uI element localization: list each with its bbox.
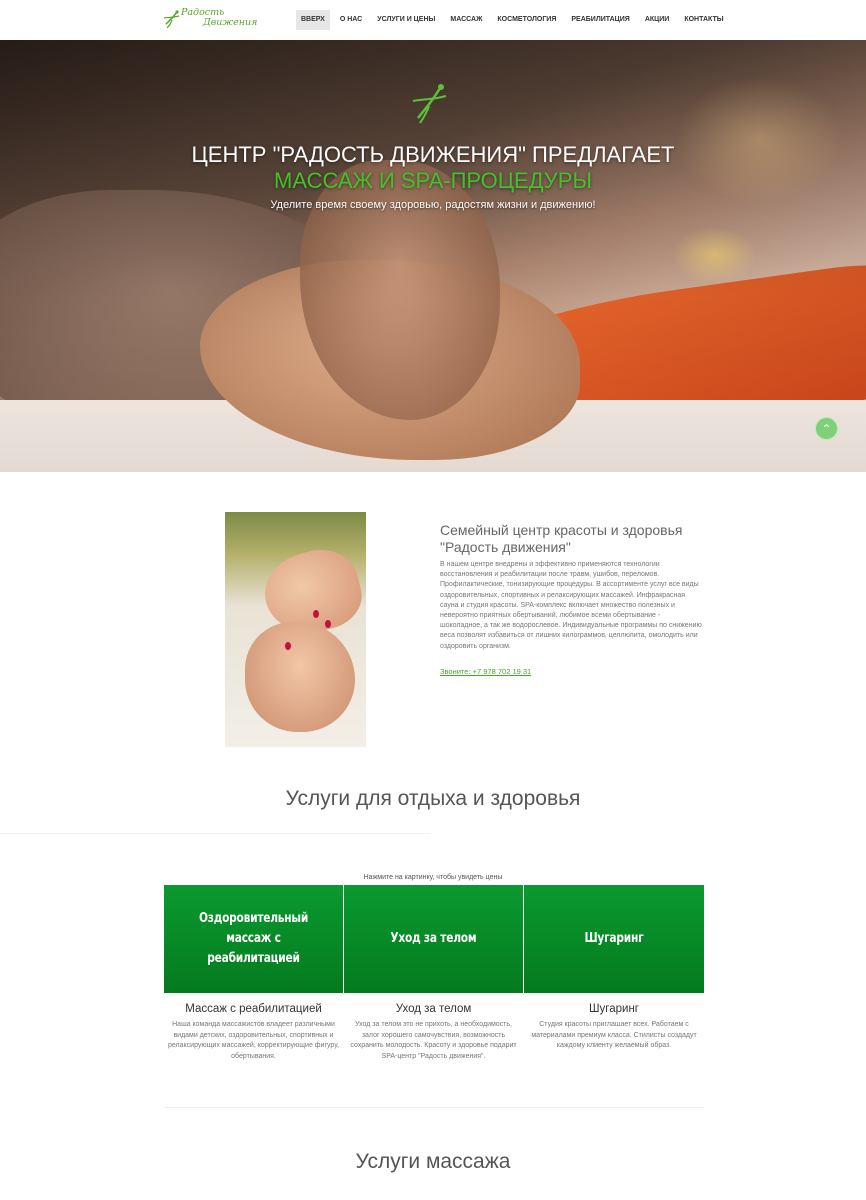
logo[interactable]: Радость Движения bbox=[163, 6, 273, 34]
service-card-image[interactable]: Оздоровительный массаж с реабилитацией bbox=[164, 885, 343, 993]
services-title: Услуги для отдыха и здоровья bbox=[285, 787, 581, 810]
nav-item-services[interactable]: УСЛУГИ И ЦЕНЫ bbox=[372, 10, 440, 30]
scroll-up-button[interactable]: ⌃ bbox=[815, 417, 838, 440]
about-text: В нашем центре внедрены и эффективно при… bbox=[440, 561, 702, 650]
nav-item-massage[interactable]: МАССАЖ bbox=[445, 10, 487, 30]
nav-item-promotions[interactable]: АКЦИИ bbox=[640, 10, 675, 30]
service-card-name: Шугаринг bbox=[589, 1003, 639, 1015]
massage-title: Услуги массажа bbox=[355, 1150, 511, 1173]
service-card-desc: Наша команда массажистов владеет различн… bbox=[168, 1021, 339, 1060]
service-card-name: Массаж с реабилитацией bbox=[185, 1003, 322, 1015]
nav-item-top[interactable]: ВВЕРХ bbox=[296, 10, 330, 30]
service-card-name: Уход за телом bbox=[395, 1003, 472, 1015]
service-cards: Оздоровительный массаж с реабилитацией М… bbox=[164, 885, 704, 1062]
hero-title: ЦЕНТР "РАДОСТЬ ДВИЖЕНИЯ" ПРЕДЛАГАЕТ bbox=[191, 142, 675, 167]
phone-link[interactable]: Звоните: +7 978 702 19 31 bbox=[440, 667, 531, 676]
section-divider bbox=[164, 1107, 704, 1108]
service-card: Оздоровительный массаж с реабилитацией М… bbox=[164, 885, 343, 1062]
service-card-image[interactable]: Уход за телом bbox=[344, 885, 523, 993]
dancer-icon bbox=[412, 84, 447, 124]
nav-item-contacts[interactable]: КОНТАКТЫ bbox=[679, 10, 728, 30]
chevron-up-icon: ⌃ bbox=[821, 422, 832, 436]
hero-banner: ЦЕНТР "РАДОСТЬ ДВИЖЕНИЯ" ПРЕДЛАГАЕТ МАСС… bbox=[0, 40, 866, 472]
nav-item-cosmetology[interactable]: КОСМЕТОЛОГИЯ bbox=[492, 10, 561, 30]
nav-item-rehabilitation[interactable]: РЕАБИЛИТАЦИЯ bbox=[566, 10, 634, 30]
site-header: Радость Движения ВВЕРХ О НАС УСЛУГИ И ЦЕ… bbox=[0, 0, 866, 40]
service-card-desc: Студия красоты приглашает всех. Работаем… bbox=[531, 1021, 697, 1049]
dancer-logo-icon bbox=[163, 10, 180, 29]
divider bbox=[0, 833, 430, 834]
service-card-desc: Уход за телом это не прихоть, а необходи… bbox=[350, 1021, 517, 1060]
about-title: Семейный центр красоты и здоровья "Радос… bbox=[440, 522, 683, 555]
nav-item-about[interactable]: О НАС bbox=[335, 10, 367, 30]
service-card: Шугаринг Шугаринг Студия красоты приглаш… bbox=[524, 885, 704, 1062]
price-hint: Нажмите на картинку, чтобы увидеть цены bbox=[363, 874, 503, 881]
hero-subtitle: Уделите время своему здоровью, радостям … bbox=[270, 199, 596, 211]
hero-title-accent: МАССАЖ И SPA-ПРОЦЕДУРЫ bbox=[274, 168, 592, 193]
service-card: Уход за телом Уход за телом Уход за тело… bbox=[344, 885, 523, 1062]
service-card-image[interactable]: Шугаринг bbox=[524, 885, 704, 993]
foot-massage-image bbox=[225, 512, 366, 747]
logo-line2: Движения bbox=[203, 17, 258, 28]
main-nav: ВВЕРХ О НАС УСЛУГИ И ЦЕНЫ МАССАЖ КОСМЕТО… bbox=[296, 10, 734, 30]
